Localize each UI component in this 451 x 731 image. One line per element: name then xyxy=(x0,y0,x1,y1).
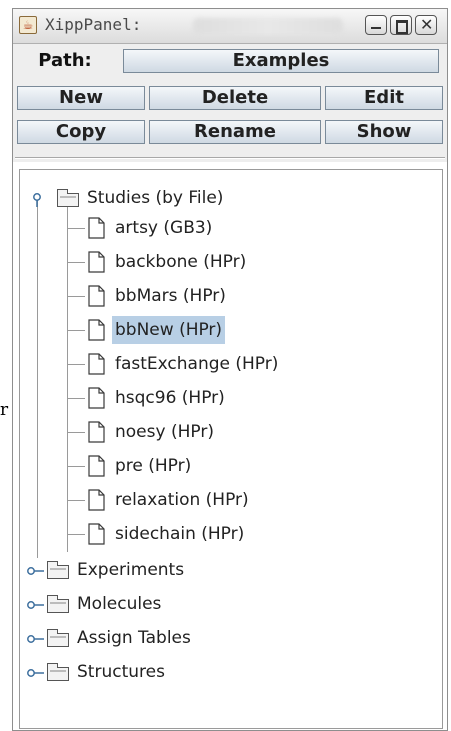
tree-item-label: bbNew (HPr) xyxy=(112,316,226,344)
tree-item[interactable]: artsy (GB3) xyxy=(20,214,440,242)
document-icon xyxy=(88,319,105,341)
delete-button[interactable]: Delete xyxy=(149,86,321,110)
java-app-icon: ☕ xyxy=(19,16,37,34)
tree-item[interactable]: relaxation (HPr) xyxy=(20,486,440,514)
tree-item-label: relaxation (HPr) xyxy=(115,490,249,510)
document-icon xyxy=(88,285,105,307)
tree-item-label: noesy (HPr) xyxy=(115,422,214,442)
tree-item[interactable]: backbone (HPr) xyxy=(20,248,440,276)
collapsed-toggle-icon[interactable] xyxy=(26,598,46,612)
document-icon xyxy=(88,455,105,477)
tree-item-label: artsy (GB3) xyxy=(115,218,213,238)
tree-node-studies[interactable]: Studies (by File) xyxy=(20,184,440,212)
xipp-panel-window: ☕ XippPanel: ✕ Path: Examples New Delete… xyxy=(12,8,448,731)
document-icon xyxy=(88,489,105,511)
panel-separator xyxy=(15,157,445,159)
tree-item[interactable]: pre (HPr) xyxy=(20,452,440,480)
edit-button[interactable]: Edit xyxy=(325,86,443,110)
tree-branch-line xyxy=(67,262,85,263)
tree-node-collapsed[interactable]: Structures xyxy=(20,658,440,686)
document-icon xyxy=(88,387,105,409)
tree-branch-line xyxy=(67,466,85,467)
folder-icon xyxy=(47,629,69,647)
title-bar[interactable]: ☕ XippPanel: ✕ xyxy=(13,9,447,44)
tree-node-collapsed[interactable]: Molecules xyxy=(20,590,440,618)
tree-node-collapsed[interactable]: Assign Tables xyxy=(20,624,440,652)
close-icon[interactable]: ✕ xyxy=(415,15,437,35)
tree-item-label: sidechain (HPr) xyxy=(115,524,245,544)
tree-item-label: backbone (HPr) xyxy=(115,252,247,272)
folder-icon xyxy=(47,663,69,681)
rename-button[interactable]: Rename xyxy=(149,120,321,144)
tree-branch-line xyxy=(67,432,85,433)
document-icon xyxy=(88,217,105,239)
tree-node-label: Experiments xyxy=(77,560,185,580)
tree-item[interactable]: fastExchange (HPr) xyxy=(20,350,440,378)
studies-tree[interactable]: Studies (by File) artsy (GB3) backbone (H… xyxy=(19,169,443,729)
tree-branch-line xyxy=(67,500,85,501)
tree-node-label: Assign Tables xyxy=(77,628,191,648)
folder-icon xyxy=(47,561,69,579)
tree-item-label: fastExchange (HPr) xyxy=(115,354,279,374)
tree-branch-line xyxy=(67,398,85,399)
maximize-icon[interactable] xyxy=(390,15,412,35)
collapsed-toggle-icon[interactable] xyxy=(26,666,46,680)
stray-character: r xyxy=(0,400,9,420)
folder-icon xyxy=(57,189,79,207)
tree-item[interactable]: bbMars (HPr) xyxy=(20,282,440,310)
minimize-icon[interactable] xyxy=(365,15,387,35)
tree-branch-line xyxy=(67,330,85,331)
tree-item-label: pre (HPr) xyxy=(115,456,192,476)
path-field[interactable]: Examples xyxy=(123,49,439,73)
document-icon xyxy=(88,523,105,545)
tree-item[interactable]: hsqc96 (HPr) xyxy=(20,384,440,412)
document-icon xyxy=(88,251,105,273)
tree-item[interactable]: bbNew (HPr) xyxy=(20,316,440,344)
folder-icon xyxy=(47,595,69,613)
tree-item[interactable]: noesy (HPr) xyxy=(20,418,440,446)
collapsed-toggle-icon[interactable] xyxy=(26,564,46,578)
show-button[interactable]: Show xyxy=(325,120,443,144)
blurred-title-text xyxy=(193,18,343,34)
new-button[interactable]: New xyxy=(17,86,145,110)
tree-branch-line xyxy=(67,364,85,365)
tree-node-label: Structures xyxy=(77,662,165,682)
copy-button[interactable]: Copy xyxy=(17,120,145,144)
document-icon xyxy=(88,353,105,375)
tree-node-label: Molecules xyxy=(77,594,162,614)
collapsed-toggle-icon[interactable] xyxy=(26,632,46,646)
expanded-toggle-icon[interactable] xyxy=(30,192,46,208)
control-panel: Path: Examples New Delete Edit Copy Rena… xyxy=(13,44,447,162)
tree-branch-line xyxy=(67,296,85,297)
tree-item[interactable]: sidechain (HPr) xyxy=(20,520,440,548)
tree-node-collapsed[interactable]: Experiments xyxy=(20,556,440,584)
tree-item-label: hsqc96 (HPr) xyxy=(115,388,225,408)
tree-node-label: Studies (by File) xyxy=(87,188,224,208)
tree-branch-line xyxy=(67,534,85,535)
path-label: Path: xyxy=(38,50,92,71)
tree-branch-line xyxy=(67,228,85,229)
window-title: XippPanel: xyxy=(45,15,142,34)
document-icon xyxy=(88,421,105,443)
tree-item-label: bbMars (HPr) xyxy=(115,286,226,306)
